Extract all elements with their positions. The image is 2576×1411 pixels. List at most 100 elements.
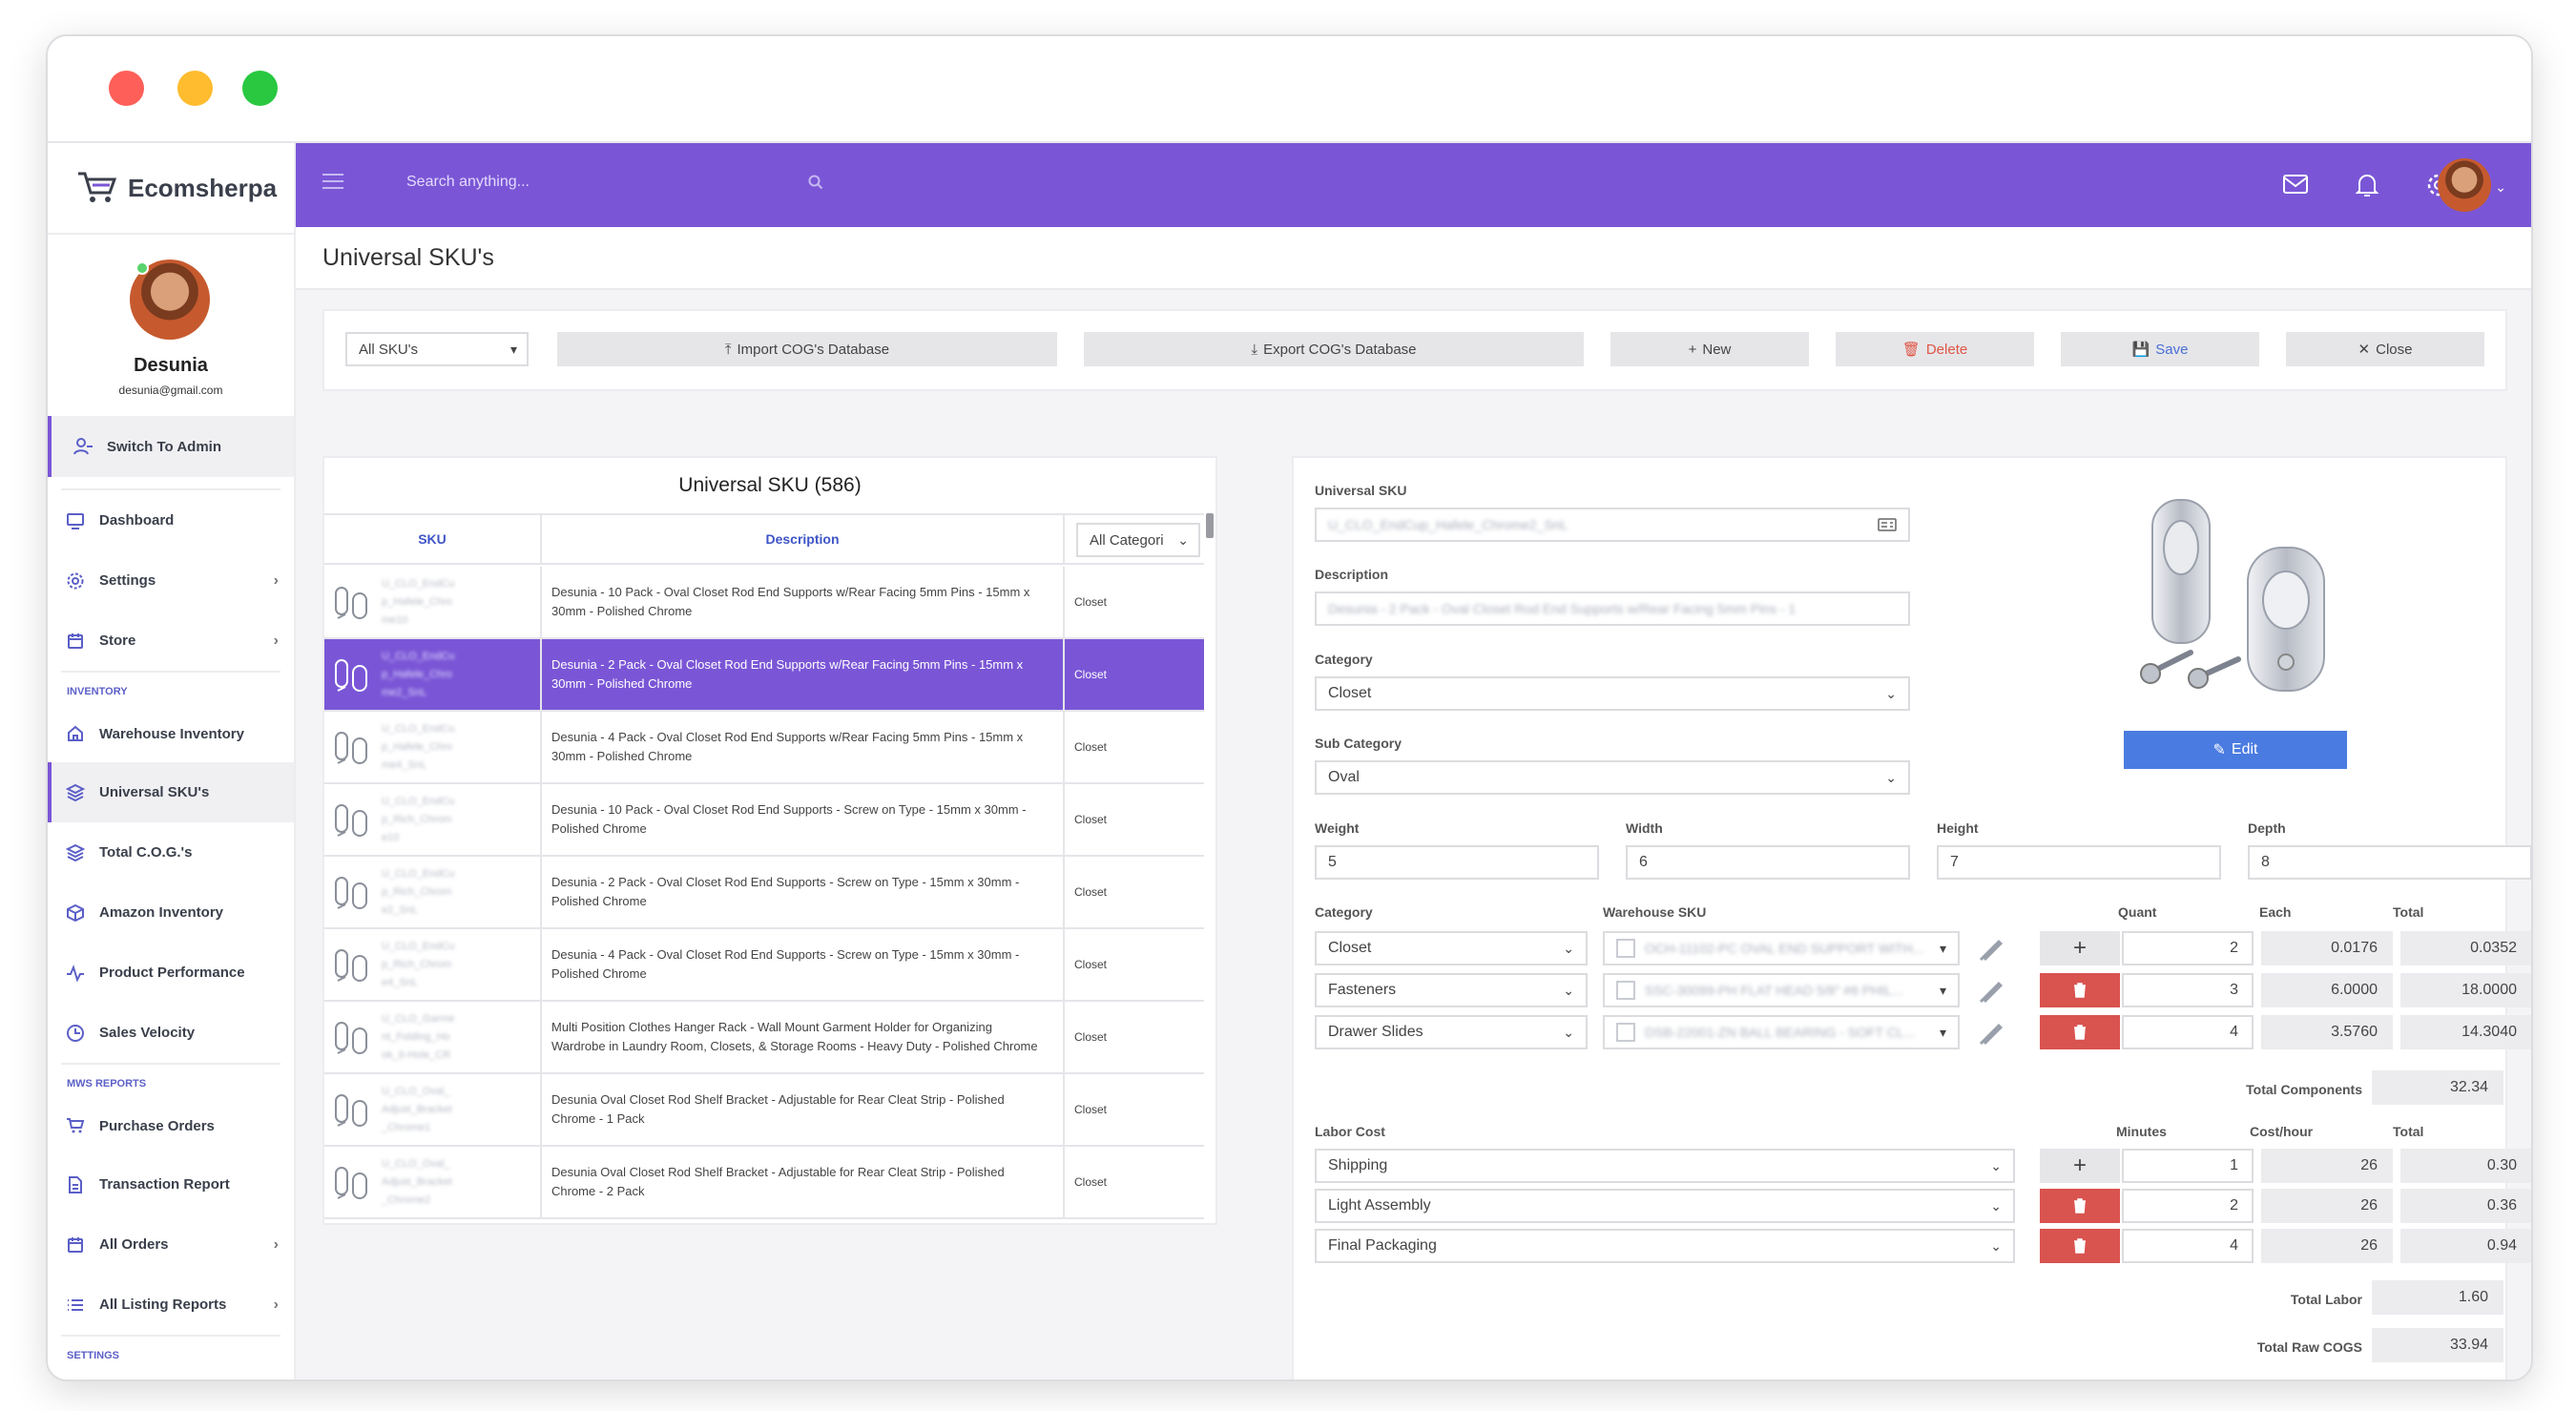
category-select[interactable]: Closet ⌄ — [1315, 676, 1910, 711]
labor-rate-value: 26 — [2261, 1189, 2393, 1223]
cart-icon — [65, 1115, 86, 1136]
sidebar-item-product-performance[interactable]: Product Performance — [48, 943, 294, 1003]
comp-header-quant: Quant — [2118, 904, 2157, 920]
delete-button[interactable]: 🗑 Delete — [1836, 332, 2034, 366]
remove-labor-button[interactable] — [2040, 1189, 2120, 1223]
labor-minutes-field[interactable]: 1 — [2122, 1149, 2254, 1183]
switch-to-admin-button[interactable]: Switch To Admin — [48, 416, 294, 477]
sidebar-item-sales-velocity[interactable]: Sales Velocity — [48, 1003, 294, 1063]
universal-sku-field[interactable]: U_CLO_EndCup_Hafele_Chrome2_SnL — [1315, 508, 1910, 542]
chevron-down-icon[interactable]: ⌄ — [2495, 179, 2506, 196]
labor-type-select[interactable]: Final Packaging ⌄ — [1315, 1229, 2015, 1263]
list-scrollbar[interactable] — [1206, 513, 1214, 538]
component-quantity-field[interactable]: 2 — [2122, 931, 2254, 965]
labor-type-value: Shipping — [1328, 1157, 1388, 1173]
search-icon[interactable] — [807, 174, 824, 191]
depth-field[interactable]: 8 — [2248, 845, 2531, 880]
component-category-value: Fasteners — [1328, 982, 1397, 998]
weight-field[interactable]: 5 — [1315, 845, 1599, 880]
table-row-selected[interactable]: U_CLO_EndCu p_Hafele_Chro me2_SnL Desunia -… — [324, 639, 1204, 712]
warehouse-sku-select[interactable]: DSB-22001-ZN BALL BEARING - SOFT CL... ▾ — [1603, 1015, 1960, 1049]
mail-icon[interactable] — [2282, 172, 2309, 197]
upload-icon: ⤒ — [724, 341, 732, 358]
description-text: Multi Position Clothes Hanger Rack - Wal… — [551, 1020, 1038, 1053]
category-filter-select[interactable]: All Categori ⌄ — [1076, 523, 1200, 557]
table-row[interactable]: U_CLO_EndCu p_Rich_Chrom e2_SnL Desunia - 2… — [324, 857, 1204, 929]
labor-minutes-field[interactable]: 4 — [2122, 1229, 2254, 1263]
sku-filter-select[interactable]: All SKU's ▾ — [345, 332, 529, 366]
save-button[interactable]: 💾 Save — [2061, 332, 2259, 366]
table-row[interactable]: U_CLO_EndCu p_Hafele_Chro me10 Desunia - 10… — [324, 567, 1204, 639]
component-category-select[interactable]: Drawer Slides ⌄ — [1315, 1015, 1588, 1049]
labor-type-select[interactable]: Shipping ⌄ — [1315, 1149, 2015, 1183]
add-labor-button[interactable]: + — [2040, 1149, 2120, 1183]
maximize-window-button[interactable] — [242, 71, 278, 106]
table-row[interactable]: U_CLO_Oval_ Adjust_Bracket _Chrome2 Desunia… — [324, 1147, 1204, 1219]
width-label: Width — [1626, 820, 1663, 836]
description-text: Desunia - 2 Pack - Oval Closet Rod End S… — [551, 875, 1020, 908]
sku-cell: U_CLO_EndCu p_Hafele_Chro me2_SnL — [324, 639, 542, 710]
table-row[interactable]: U_CLO_EndCu p_Rich_Chrom e10 Desunia - 10 P… — [324, 784, 1204, 857]
warehouse-sku-value: DSB-22001-ZN BALL BEARING - SOFT CL... — [1645, 1025, 1916, 1040]
column-header-sku[interactable]: SKU — [324, 515, 542, 563]
id-card-icon — [1878, 518, 1897, 531]
product-thumbnail — [335, 1094, 367, 1127]
component-category-select[interactable]: Fasteners ⌄ — [1315, 973, 1588, 1007]
column-header-description[interactable]: Description — [542, 515, 1065, 563]
labor-type-select[interactable]: Light Assembly ⌄ — [1315, 1189, 2015, 1223]
warehouse-sku-select[interactable]: OCH-11102-PC OVAL END SUPPORT WITH... ▾ — [1603, 931, 1960, 965]
close-window-button[interactable] — [109, 71, 144, 106]
chevron-down-icon: ▾ — [509, 341, 517, 357]
warehouse-sku-select[interactable]: SSC-30099-PH FLAT HEAD 5/8" #6 PHIL... ▾ — [1603, 973, 1960, 1007]
sidebar-item-amazon-inventory[interactable]: Amazon Inventory — [48, 882, 294, 943]
sidebar-item-universal-skus[interactable]: Universal SKU's — [48, 762, 294, 822]
labor-minutes-field[interactable]: 2 — [2122, 1189, 2254, 1223]
app-logo[interactable]: Ecomsherpa — [48, 143, 294, 235]
component-image-icon — [1979, 1023, 2004, 1046]
edit-image-button[interactable]: ✎ Edit — [2124, 731, 2347, 769]
table-row[interactable]: U_CLO_Oval_ Adjust_Bracket _Chrome1 Desunia… — [324, 1074, 1204, 1147]
component-quantity-field[interactable]: 3 — [2122, 973, 2254, 1007]
minimize-window-button[interactable] — [177, 71, 213, 106]
width-field[interactable]: 6 — [1626, 845, 1910, 880]
sidebar-item-store[interactable]: Store › — [48, 611, 294, 671]
component-quantity-field[interactable]: 4 — [2122, 1015, 2254, 1049]
close-button[interactable]: ✕ Close — [2286, 332, 2484, 366]
new-button[interactable]: + New — [1610, 332, 1809, 366]
description-field[interactable]: Desunia - 2 Pack - Oval Closet Rod End S… — [1315, 591, 1910, 626]
chevron-down-icon: ⌄ — [1990, 1237, 2002, 1254]
remove-labor-button[interactable] — [2040, 1229, 2120, 1263]
total-labor-label: Total Labor — [2290, 1292, 2362, 1307]
remove-component-button[interactable] — [2040, 1015, 2120, 1049]
chevron-down-icon: ⌄ — [1990, 1157, 2002, 1173]
sidebar-item-total-cogs[interactable]: Total C.O.G.'s — [48, 822, 294, 882]
sidebar-item-warehouse-inventory[interactable]: Warehouse Inventory — [48, 705, 294, 762]
avatar[interactable] — [2438, 158, 2491, 212]
add-component-button[interactable]: + — [2040, 931, 2120, 965]
sidebar-item-label: Warehouse Inventory — [99, 725, 244, 742]
sidebar-item-settings[interactable]: Settings › — [48, 550, 294, 611]
import-cogs-button[interactable]: ⤒ Import COG's Database — [557, 332, 1057, 366]
hamburger-menu-icon[interactable] — [322, 174, 343, 191]
height-field[interactable]: 7 — [1937, 845, 2221, 880]
sidebar-item-all-orders[interactable]: All Orders › — [48, 1214, 294, 1275]
window-titlebar — [48, 36, 2531, 143]
remove-component-button[interactable] — [2040, 973, 2120, 1007]
chevron-right-icon: › — [273, 632, 279, 649]
sidebar-item-all-listing-reports[interactable]: All Listing Reports › — [48, 1275, 294, 1335]
component-category-select[interactable]: Closet ⌄ — [1315, 931, 1588, 965]
search-input[interactable]: Search anything... — [406, 174, 530, 191]
table-row[interactable]: U_CLO_Garme nt_Folding_Ho ok_6-Hole_CR Mult… — [324, 1002, 1204, 1074]
sidebar-item-dashboard[interactable]: Dashboard — [48, 490, 294, 550]
table-row[interactable]: U_CLO_EndCu p_Hafele_Chro me4_SnL Desunia -… — [324, 712, 1204, 784]
component-category-value: Drawer Slides — [1328, 1024, 1423, 1040]
height-label: Height — [1937, 820, 1979, 836]
sidebar-item-label: Universal SKU's — [99, 784, 210, 800]
sidebar-item-transaction-report[interactable]: Transaction Report — [48, 1154, 294, 1214]
sidebar-item-purchase-orders[interactable]: Purchase Orders — [48, 1097, 294, 1154]
export-cogs-button[interactable]: ⤓ Export COG's Database — [1084, 332, 1584, 366]
sku-cell: U_CLO_EndCu p_Rich_Chrom e10 — [324, 784, 542, 855]
sub-category-select[interactable]: Oval ⌄ — [1315, 760, 1910, 795]
table-row[interactable]: U_CLO_EndCu p_Rich_Chrom e4_SnL Desunia - 4… — [324, 929, 1204, 1002]
bell-icon[interactable] — [2355, 172, 2379, 198]
